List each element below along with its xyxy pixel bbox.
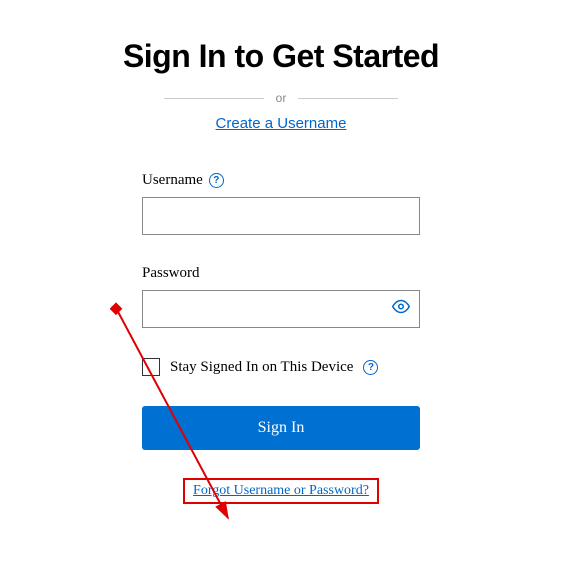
password-label: Password [142, 265, 200, 282]
stay-signed-checkbox[interactable] [142, 358, 160, 376]
username-help-icon[interactable]: ? [209, 173, 224, 188]
signin-button[interactable]: Sign In [142, 406, 420, 450]
show-password-icon[interactable] [392, 298, 410, 321]
password-group: Password [142, 265, 420, 328]
username-label: Username [142, 172, 203, 189]
password-label-row: Password [142, 265, 420, 282]
signin-form-container: Sign In to Get Started or Create a Usern… [0, 0, 562, 524]
username-label-row: Username ? [142, 172, 420, 189]
password-input[interactable] [142, 290, 420, 328]
divider-line-right [298, 98, 398, 99]
stay-signed-row: Stay Signed In on This Device ? [142, 358, 420, 376]
or-text: or [276, 91, 287, 105]
username-group: Username ? [142, 172, 420, 235]
divider-line-left [164, 98, 264, 99]
password-input-wrapper [142, 290, 420, 328]
create-username-link[interactable]: Create a Username [216, 115, 347, 132]
username-input[interactable] [142, 197, 420, 235]
page-title: Sign In to Get Started [123, 38, 439, 75]
forgot-password-link[interactable]: Forgot Username or Password? [183, 478, 379, 504]
stay-signed-help-icon[interactable]: ? [363, 360, 378, 375]
stay-signed-label: Stay Signed In on This Device [170, 359, 353, 376]
divider: or [164, 91, 399, 105]
